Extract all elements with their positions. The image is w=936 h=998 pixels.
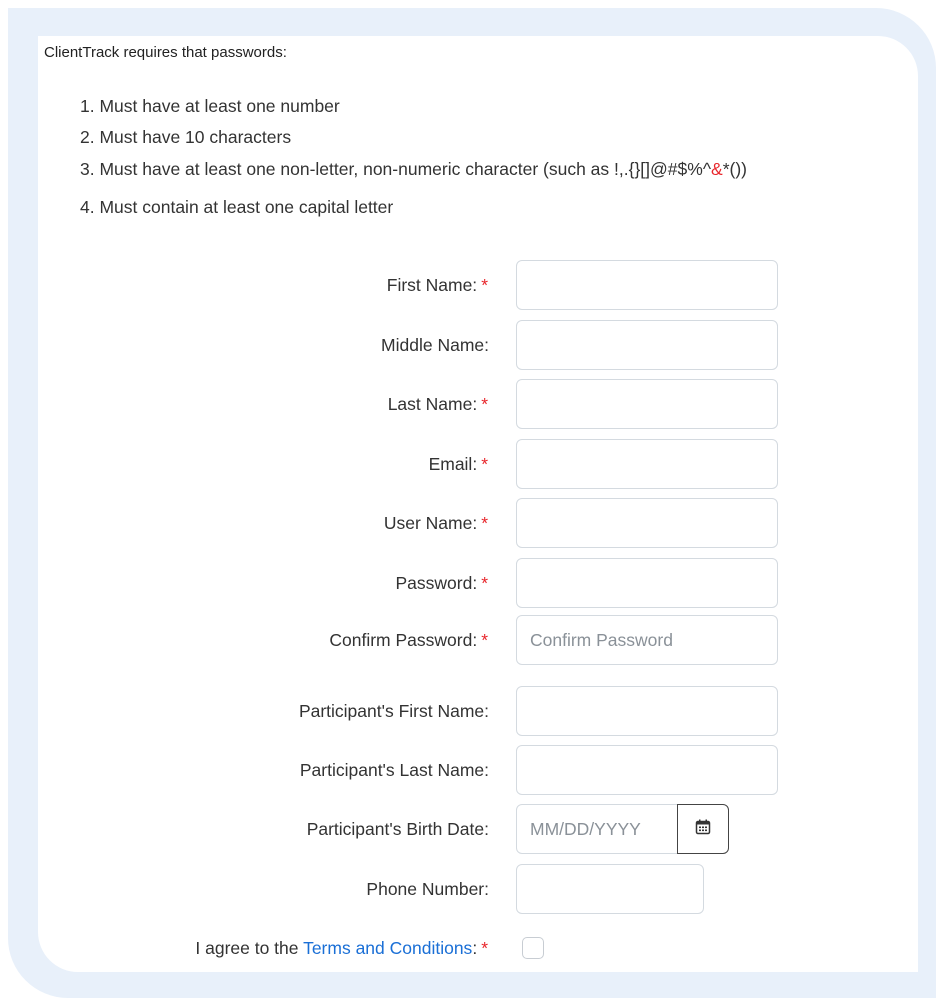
rule-item: 1. Must have at least one number <box>80 96 340 116</box>
terms-link[interactable]: Terms and Conditions <box>303 938 472 958</box>
last-name-label: Last Name: * <box>387 394 488 414</box>
required-mark: * <box>481 938 488 958</box>
phone-number-input[interactable] <box>516 864 704 914</box>
rule-amp: & <box>711 159 723 179</box>
middle-name-input[interactable] <box>516 320 778 370</box>
participant-first-name-label: Participant's First Name: <box>298 701 489 721</box>
participant-birth-date-label: Participant's Birth Date: <box>306 819 489 839</box>
user-name-label: User Name: * <box>383 513 488 533</box>
password-requirements-intro: ClientTrack requires that passwords: <box>44 44 287 61</box>
last-name-input[interactable] <box>516 379 778 429</box>
date-picker-button[interactable] <box>677 804 729 854</box>
middle-name-label: Middle Name: <box>381 335 489 355</box>
required-mark: * <box>481 513 488 533</box>
first-name-input[interactable] <box>516 260 778 310</box>
required-mark: * <box>481 394 488 414</box>
first-name-label: First Name: * <box>386 275 488 295</box>
birth-date-input[interactable] <box>516 804 678 854</box>
email-label: Email: * <box>428 454 488 474</box>
user-name-input[interactable] <box>516 498 778 548</box>
participant-last-name-input[interactable] <box>516 745 778 795</box>
password-input[interactable] <box>516 558 778 608</box>
password-label: Password: * <box>395 573 488 593</box>
rule-item: 2. Must have 10 characters <box>80 127 292 147</box>
terms-checkbox[interactable] <box>522 937 544 959</box>
rule-item: 4. Must contain at least one capital let… <box>80 197 394 217</box>
required-mark: * <box>481 454 488 474</box>
rule-text: 3. Must have at least one non-letter, no… <box>80 159 712 179</box>
calendar-icon <box>695 819 711 840</box>
participant-last-name-label: Participant's Last Name: <box>299 760 489 780</box>
confirm-password-input[interactable] <box>516 615 778 665</box>
required-mark: * <box>481 573 488 593</box>
required-mark: * <box>481 630 488 650</box>
email-input[interactable] <box>516 439 778 489</box>
terms-label: I agree to the Terms and Conditions: * <box>195 938 488 958</box>
required-mark: * <box>481 275 488 295</box>
confirm-password-label: Confirm Password: * <box>329 630 488 650</box>
participant-first-name-input[interactable] <box>516 686 778 736</box>
phone-number-label: Phone Number: <box>366 879 489 899</box>
rule-tail: *()) <box>722 159 748 179</box>
rule-item: 3. Must have at least one non-letter, no… <box>80 159 747 180</box>
